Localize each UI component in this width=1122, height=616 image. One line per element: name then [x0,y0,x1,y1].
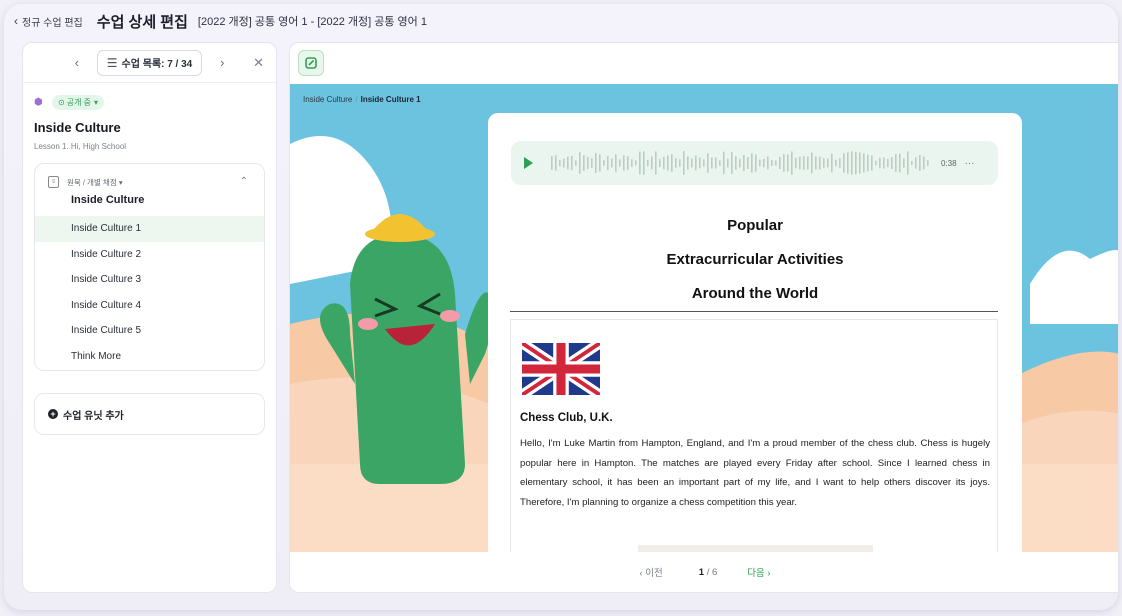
status-label: 공개 중 [66,98,92,107]
unit-item-label: Inside Culture 2 [71,248,142,260]
close-icon[interactable]: ✕ [253,55,264,71]
next-lesson-button[interactable]: › [211,55,233,70]
unit-list: Inside Culture 1 Inside Culture 2 Inside… [35,216,264,369]
title-divider [510,311,998,312]
cube-icon: ⬢ [34,97,43,108]
course-breadcrumb: [2022 개정] 공통 영어 1 - [2022 개정] 공통 영어 1 [197,16,427,28]
lesson-list-button[interactable]: ☰ 수업 목록: 7 / 34 [96,49,203,76]
unit-card: ≡ 원묵 / 개별 채점 ▾ ⌃ Inside Culture Inside C… [34,163,265,371]
plus-circle-icon: + [48,409,58,419]
back-link[interactable]: ‹ 정규 수업 편집 [14,14,83,29]
crumb-current: Inside Culture 1 [360,95,421,104]
content-stage: Inside Culture / Inside Culture 1 0:38 ···… [290,84,1118,554]
prev-lesson-button[interactable]: ‹ [66,55,88,70]
article-title-line-1: Popular [727,217,783,234]
chevron-up-icon[interactable]: ⌃ [240,176,248,187]
grading-mode-label: 원묵 / 개별 채점 [67,177,117,187]
unit-item-label: Think More [71,350,122,362]
add-unit-button[interactable]: + 수업 유닛 추가 [34,393,265,435]
more-icon[interactable]: ··· [965,158,975,169]
lesson-list-label: 수업 목록: 7 / 34 [121,59,193,70]
pagination: ‹ 이전 1 / 6 다음 › [290,552,1118,592]
unit-item[interactable]: Think More [35,344,264,370]
document-icon: ≡ [48,176,59,188]
main-panel: Inside Culture / Inside Culture 1 0:38 ···… [289,42,1119,593]
unit-item[interactable]: Inside Culture 1 [35,216,264,242]
audio-duration: 0:38 [941,158,957,168]
unit-item-label: Inside Culture 3 [71,274,142,286]
waveform-icon[interactable] [551,150,931,176]
crumb-parent[interactable]: Inside Culture [303,95,352,104]
unit-item-label: Inside Culture 4 [71,299,142,311]
reading-card: 0:38 ··· Popular Extracurricular Activit… [488,113,1022,554]
page-total: / 6 [706,566,718,578]
add-unit-label: 수업 유닛 추가 [63,410,124,422]
page-indicator: 1 / 6 [699,567,718,578]
chevron-down-icon: ▾ [94,98,99,107]
article-title-line-3: Around the World [691,285,819,302]
status-badge[interactable]: ⊙ 공개 중 ▾ [52,95,105,110]
lesson-navigator: ‹ ☰ 수업 목록: 7 / 34 › ✕ [23,43,276,83]
edit-icon [305,57,317,69]
article-title-line-2: Extracurricular Activities [666,251,844,268]
unit-header: ≡ 원묵 / 개별 채점 ▾ [48,176,264,188]
play-icon[interactable] [524,157,533,169]
club-title: Chess Club, U.K. [520,412,613,424]
lesson-subtitle: Lesson 1. Hi, High School [34,142,127,151]
prev-page-label: 이전 [645,568,663,579]
unit-item[interactable]: Inside Culture 4 [35,293,264,319]
chevron-down-icon: ▾ [118,177,123,187]
next-page-label: 다음 [747,568,765,579]
unit-item[interactable]: Inside Culture 3 [35,267,264,293]
lesson-title: Inside Culture [34,120,121,135]
next-page-button[interactable]: 다음 › [747,565,770,579]
chevron-left-icon: ‹ [14,14,18,28]
crumb-separator: / [355,95,358,104]
unit-item[interactable]: Inside Culture 2 [35,242,264,268]
stage-breadcrumb: Inside Culture / Inside Culture 1 [303,95,421,104]
list-icon: ☰ [106,55,118,70]
status-row: ⬢ ⊙ 공개 중 ▾ [34,95,276,110]
back-label: 정규 수업 편집 [22,17,83,29]
uk-flag-icon [522,343,600,395]
article-body: Hello, I'm Luke Martin from Hampton, Eng… [520,438,990,508]
prev-page-button[interactable]: ‹ 이전 [639,565,662,579]
audio-player: 0:38 ··· [511,141,998,185]
page-title: 수업 상세 편집 [96,13,188,31]
sidebar: ‹ ☰ 수업 목록: 7 / 34 › ✕ ⬢ ⊙ 공개 중 ▾ Inside … [22,42,277,593]
page-current: 1 [698,566,705,578]
unit-item-label: Inside Culture 1 [71,223,142,235]
top-bar: ‹ 정규 수업 편집 수업 상세 편집 [2022 개정] 공통 영어 1 - … [14,8,427,34]
edit-tool-button[interactable] [298,50,324,76]
unit-item[interactable]: Inside Culture 5 [35,318,264,344]
article-section: Chess Club, U.K. Hello, I'm Luke Martin … [510,319,998,554]
toolbar [290,43,1118,83]
grading-mode-dropdown[interactable]: 원묵 / 개별 채점 ▾ [67,177,123,188]
unit-name: Inside Culture [71,194,145,206]
unit-item-label: Inside Culture 5 [71,325,142,337]
lock-open-icon: ⊙ [58,98,65,107]
